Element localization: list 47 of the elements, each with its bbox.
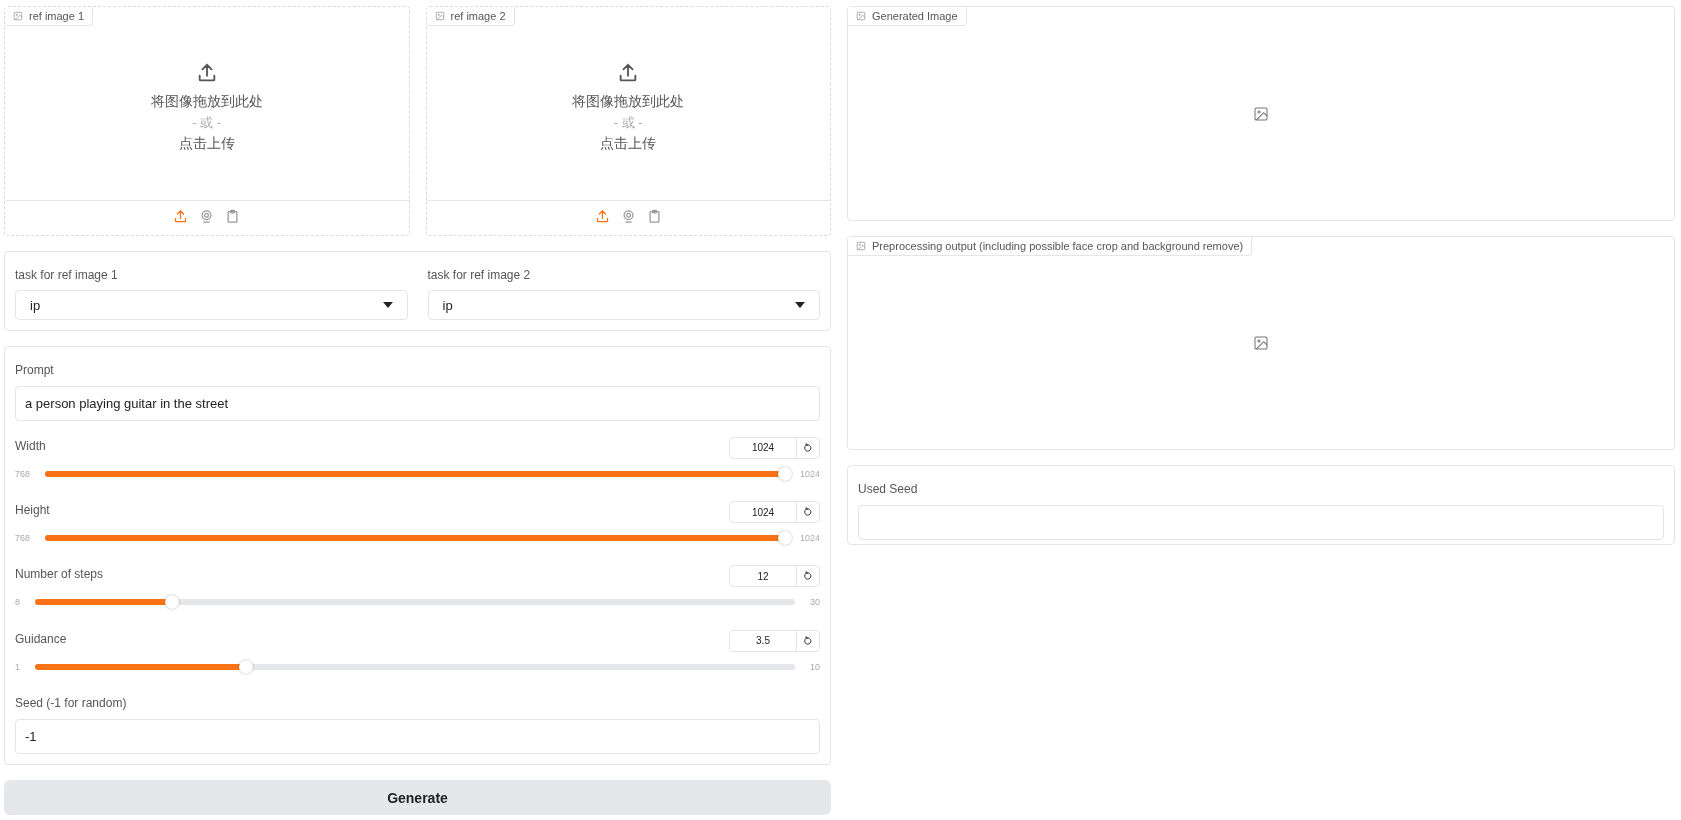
min-value: 8 [15,597,20,608]
slider-label: Width [15,437,46,453]
image-icon [13,11,23,21]
used-seed-field[interactable] [858,505,1664,540]
slider-label: Guidance [15,630,67,646]
max-value: 10 [810,661,820,672]
field-label: Seed (-1 for random) [15,696,128,710]
max-value: 1024 [799,468,820,479]
image-icon [434,11,445,21]
prompt-field[interactable]: a person playing guitar in the street [15,386,820,421]
image-icon [856,11,866,21]
min-value: 768 [15,468,31,479]
dropdown-value: ip [30,297,41,313]
generate-button[interactable]: Generate [4,780,831,815]
label-text: ref image 1 [29,10,85,22]
click-upload-link[interactable]: 点击上传 [178,135,235,153]
label-text: ref image 2 [450,10,506,22]
label-text: Generated Image [872,10,958,22]
or-separator: - 或 - [613,114,643,132]
slider-thumb[interactable] [164,595,179,610]
image-placeholder-icon [1253,105,1269,122]
slider-label: Height [15,502,50,518]
or-separator: - 或 - [192,114,222,132]
max-value: 1024 [799,533,820,544]
caret-icon [795,302,805,308]
min-value: 768 [15,533,31,544]
drop-hint[interactable]: 将图像拖放到此处 [572,93,685,111]
image-placeholder-icon [1253,335,1269,351]
max-value: 30 [810,597,820,608]
slider-label: Number of steps [15,566,104,582]
slider-thumb[interactable] [777,466,792,481]
min-value: 1 [15,661,20,672]
label-text: Preprocessing output (including possible face crop and background remove) [872,240,1244,252]
seed-field[interactable]: -1 [15,719,820,754]
drop-hint[interactable]: 将图像拖放到此处 [150,93,263,111]
field-label: Prompt [15,363,55,377]
field-label: Used Seed [858,482,919,496]
task-dropdown[interactable]: ip [15,290,408,320]
slider-thumb[interactable] [777,531,792,546]
slider-thumb[interactable] [239,659,254,674]
caret-icon [382,302,393,308]
image-icon [856,241,866,251]
dropdown-value: ip [442,297,453,313]
click-upload-link[interactable]: 点击上传 [600,135,657,153]
task-dropdown[interactable]: ip [427,290,820,320]
field-label: task for ref image 2 [427,268,532,282]
field-label: task for ref image 1 [15,268,119,282]
